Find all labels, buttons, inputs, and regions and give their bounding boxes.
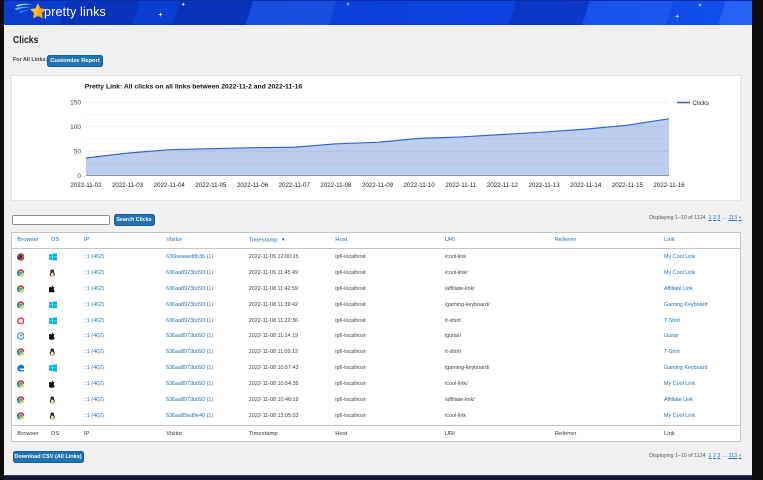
svg-text:2022-11-09: 2022-11-09: [362, 181, 394, 188]
svg-text:2022-11-08: 2022-11-08: [320, 181, 352, 188]
svg-text:2022-11-16: 2022-11-16: [653, 181, 685, 188]
svg-text:2022-11-13: 2022-11-13: [528, 181, 560, 188]
svg-text:2022-11-02: 2022-11-02: [70, 181, 102, 188]
svg-text:2022-11-06: 2022-11-06: [237, 181, 269, 188]
svg-text:Pretty Link: All clicks on all: Pretty Link: All clicks on all links bet…: [85, 83, 303, 90]
svg-text:2022-11-14: 2022-11-14: [570, 181, 602, 188]
svg-text:2022-11-10: 2022-11-10: [403, 181, 435, 188]
svg-text:2022-11-11: 2022-11-11: [445, 181, 476, 188]
svg-text:2022-11-12: 2022-11-12: [487, 181, 519, 188]
svg-text:Clicks: Clicks: [693, 100, 710, 107]
svg-text:100: 100: [70, 123, 81, 130]
svg-text:2022-11-05: 2022-11-05: [195, 181, 227, 188]
svg-text:2022-11-15: 2022-11-15: [612, 181, 644, 188]
svg-text:50: 50: [74, 148, 82, 155]
svg-text:2022-11-04: 2022-11-04: [154, 181, 186, 188]
svg-text:150: 150: [70, 99, 81, 106]
svg-text:2022-11-03: 2022-11-03: [112, 181, 144, 188]
svg-text:2022-11-07: 2022-11-07: [279, 181, 311, 188]
svg-text:0: 0: [77, 172, 81, 179]
